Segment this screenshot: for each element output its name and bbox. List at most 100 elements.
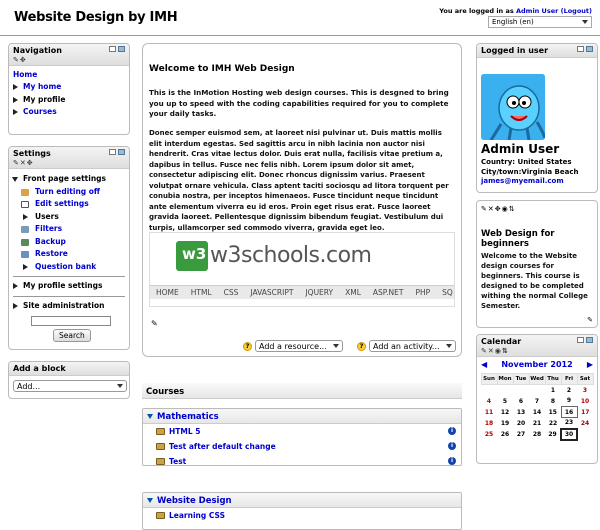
calendar-day[interactable]: 5 — [497, 396, 513, 407]
expand-arrow-icon — [13, 302, 18, 309]
calendar-day[interactable]: 26 — [497, 429, 513, 440]
settings-item-question-bank[interactable]: Question bank — [9, 261, 129, 274]
add-block-select[interactable]: Add... — [13, 380, 127, 392]
calendar-day[interactable]: 24 — [577, 418, 593, 429]
chevron-down-icon — [445, 344, 452, 348]
category-header[interactable]: Mathematics — [143, 409, 461, 424]
calendar-day[interactable]: 11 — [481, 407, 497, 418]
calendar-day[interactable]: 4 — [481, 396, 497, 407]
calendar-day[interactable]: 14 — [529, 407, 545, 418]
calendar-day[interactable]: 9 — [561, 396, 577, 407]
calendar-day[interactable]: 16 — [560, 406, 578, 418]
divider — [13, 276, 125, 277]
block-edit-icons[interactable]: ✎✕✥ — [13, 159, 34, 167]
hide-block-icon[interactable] — [109, 149, 116, 155]
calendar-empty-day — [529, 385, 545, 396]
navigation-block: Navigation ✎✥ Home My home My profile Co… — [8, 43, 130, 135]
next-month-icon[interactable]: ▶ — [587, 360, 593, 369]
block-edit-icons[interactable]: ✎✕✥◉⇅ — [481, 205, 516, 213]
search-button[interactable]: Search — [53, 329, 91, 342]
hide-block-icon[interactable] — [577, 337, 584, 343]
settings-title: Settings — [13, 149, 51, 158]
course-link-test-after-default-change[interactable]: Test after default change i — [143, 439, 461, 454]
calendar-day[interactable]: 13 — [513, 407, 529, 418]
info-icon[interactable]: i — [448, 457, 456, 465]
calendar-day[interactable]: 3 — [577, 385, 593, 396]
info-icon[interactable]: i — [448, 442, 456, 450]
settings-item-edit-settings[interactable]: Edit settings — [9, 198, 129, 211]
hide-block-icon[interactable] — [577, 46, 584, 52]
login-user-link[interactable]: Admin User — [516, 7, 558, 15]
calendar-month[interactable]: November 2012 — [477, 360, 597, 369]
settings-item-filters[interactable]: Filters — [9, 223, 129, 236]
nav-home-link[interactable]: Home — [9, 69, 129, 81]
calendar-day[interactable]: 15 — [545, 407, 561, 418]
calendar-day[interactable]: 7 — [529, 396, 545, 407]
avatar[interactable] — [481, 74, 545, 140]
settings-search-input[interactable] — [31, 316, 111, 326]
info-icon[interactable]: i — [448, 427, 456, 435]
course-link-html5[interactable]: HTML 5 i — [143, 424, 461, 439]
block-edit-icons[interactable]: ✎✥ — [13, 56, 27, 64]
nav-item-courses[interactable]: Courses — [9, 106, 129, 119]
calendar-day[interactable]: 23 — [561, 418, 577, 429]
calendar-day[interactable]: 30 — [560, 427, 578, 441]
dock-block-icon[interactable] — [118, 149, 125, 155]
language-select[interactable]: English (en) — [488, 16, 592, 28]
course-name: HTML 5 — [169, 427, 201, 436]
dock-block-icon[interactable] — [118, 46, 125, 52]
settings-item-turn-editing-off[interactable]: Turn editing off — [9, 186, 129, 199]
courses-title: Courses — [142, 383, 462, 399]
logged-in-user-title: Logged in user — [481, 46, 549, 55]
calendar-day[interactable]: 8 — [545, 396, 561, 407]
add-resource-label: Add a resource... — [259, 341, 327, 351]
calendar-week: 11 12 13 14 15 16 17 — [481, 406, 593, 418]
course-link-learning-css[interactable]: Learning CSS — [143, 508, 461, 523]
my-profile-settings[interactable]: My profile settings — [9, 280, 129, 293]
calendar-day[interactable]: 2 — [561, 385, 577, 396]
settings-item-restore[interactable]: Restore — [9, 248, 129, 261]
intro-text: This is the InMotion Hosting web design … — [149, 88, 449, 118]
block-edit-icons[interactable]: ✎✕◉⇅ — [481, 347, 509, 355]
calendar-day[interactable]: 29 — [545, 429, 561, 440]
user-email-link[interactable]: james@myemail.com — [481, 177, 578, 187]
calendar-day[interactable]: 18 — [481, 418, 497, 429]
site-administration[interactable]: Site administration — [9, 300, 129, 313]
weekday-header: Sat — [576, 373, 594, 385]
weekday-header: Thu — [544, 373, 562, 385]
section-edit-icon[interactable]: ✎ — [151, 319, 158, 328]
settings-item-users[interactable]: Users — [9, 211, 129, 224]
calendar-day[interactable]: 17 — [577, 407, 593, 418]
header-divider — [0, 35, 600, 36]
calendar-day[interactable]: 20 — [513, 418, 529, 429]
calendar-day[interactable]: 19 — [497, 418, 513, 429]
add-resource-select[interactable]: Add a resource... — [255, 340, 343, 352]
dock-block-icon[interactable] — [586, 337, 593, 343]
calendar-day[interactable]: 12 — [497, 407, 513, 418]
course-name: Test after default change — [169, 442, 276, 451]
nav-item-my-profile[interactable]: My profile — [9, 94, 129, 107]
calendar-day[interactable]: 27 — [513, 429, 529, 440]
calendar-day[interactable]: 6 — [513, 396, 529, 407]
calendar-day[interactable]: 21 — [529, 418, 545, 429]
front-page-settings[interactable]: Front page settings — [9, 173, 129, 186]
nav-item-my-home[interactable]: My home — [9, 81, 129, 94]
settings-item-label: Restore — [35, 249, 68, 258]
config-icon[interactable]: ✎ — [587, 316, 593, 324]
calendar-day[interactable]: 22 — [545, 418, 561, 429]
calendar-day[interactable]: 28 — [529, 429, 545, 440]
help-icon[interactable]: ? — [243, 341, 252, 351]
settings-item-backup[interactable]: Backup — [9, 236, 129, 249]
course-link-test[interactable]: Test i — [143, 454, 461, 465]
calendar-day[interactable]: 10 — [577, 396, 593, 407]
category-header[interactable]: Website Design — [143, 493, 461, 508]
calendar-day[interactable]: 25 — [481, 429, 497, 440]
dock-block-icon[interactable] — [586, 46, 593, 52]
add-activity-select[interactable]: Add an activity... — [369, 340, 456, 352]
login-info: You are logged in as Admin User (Logout) — [439, 7, 592, 15]
add-block-title: Add a block — [13, 364, 66, 373]
hide-block-icon[interactable] — [109, 46, 116, 52]
calendar-day[interactable]: 1 — [545, 385, 561, 396]
help-icon[interactable]: ? — [357, 341, 366, 351]
logout-link[interactable]: (Logout) — [561, 7, 592, 15]
